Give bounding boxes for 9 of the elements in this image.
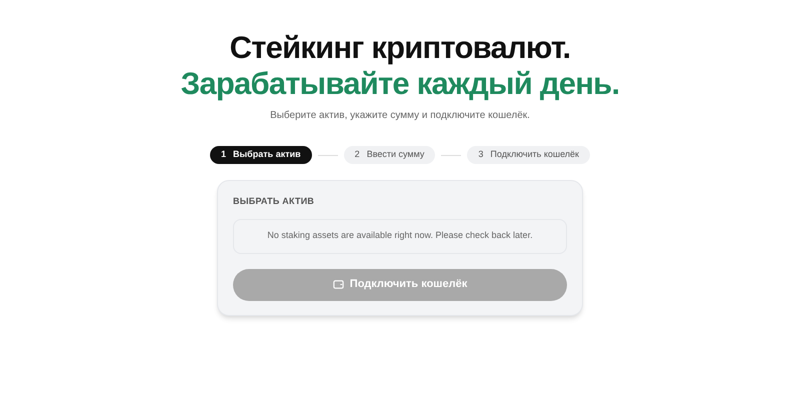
step-tab[interactable]: 1 Выбрать актив <box>210 146 312 164</box>
wallet-icon <box>332 279 344 290</box>
empty-state: No staking assets are available right now. Please check back later. <box>233 218 567 254</box>
page-tagline: Зарабатывайте каждый день. <box>180 66 620 102</box>
page-title: Стейкинг криптовалют. <box>230 30 570 66</box>
step-tab[interactable]: 3 Подключить кошелёк <box>467 146 590 164</box>
section-label: ВЫБРАТЬ АКТИВ <box>233 195 316 208</box>
step-tab[interactable]: 2 Ввести сумму <box>344 146 436 164</box>
page-subtitle: Выберите актив, укажите сумму и подключите кошелёк. <box>270 109 530 123</box>
